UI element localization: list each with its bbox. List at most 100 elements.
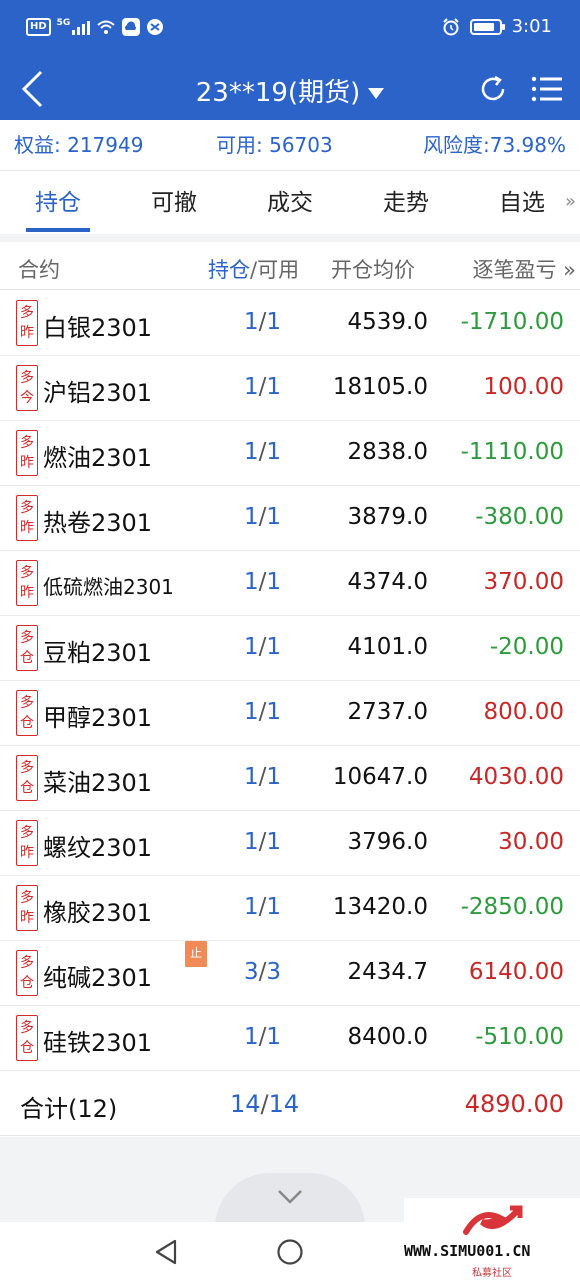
contract-name: 橡胶2301	[43, 899, 153, 927]
app-header: 23**19(期货)	[0, 62, 580, 120]
position-direction-tag: 多昨	[16, 495, 38, 541]
contract-name: 低硫燃油2301	[43, 575, 174, 599]
table-row[interactable]: 多昨低硫燃油2301 1/1 4374.0 370.00	[0, 551, 580, 616]
nav-back-button[interactable]	[150, 1236, 182, 1268]
page-title: 23**19(期货)	[195, 78, 361, 108]
avg-open-price: 4539.0	[347, 309, 428, 335]
available-quantity: 1	[266, 309, 282, 335]
table-row[interactable]: 多昨燃油2301 1/1 2838.0 -1110.00	[0, 421, 580, 486]
table-row[interactable]: 多仓硅铁2301 1/1 8400.0 -510.00	[0, 1006, 580, 1071]
held-quantity: 1	[244, 309, 259, 335]
avg-open-price: 13420.0	[332, 894, 428, 920]
available-quantity: 1	[266, 1024, 282, 1050]
available-quantity: 1	[266, 504, 282, 530]
position-pnl: -380.00	[475, 504, 564, 530]
refresh-button[interactable]	[472, 68, 514, 110]
table-row[interactable]: 多今沪铝2301 1/1 18105.0 100.00	[0, 356, 580, 421]
avg-open-price: 2737.0	[347, 699, 428, 725]
available-quantity: 3	[266, 959, 282, 985]
position-direction-tag: 多仓	[16, 690, 38, 736]
available-quantity: 1	[266, 894, 282, 920]
position-quantity: 1/1	[244, 309, 282, 335]
total-label: 合计(12)	[20, 1095, 118, 1123]
position-direction-tag: 多昨	[16, 885, 38, 931]
tab-cancelable[interactable]: 可撤	[144, 171, 204, 235]
status-bar: HD 5G 3:01	[0, 0, 580, 62]
held-quantity: 1	[244, 1024, 259, 1050]
held-quantity: 1	[244, 374, 259, 400]
watermark-subtitle: 私募社区	[472, 1268, 512, 1279]
table-row[interactable]: 多昨白银2301 1/1 4539.0 -1710.00	[0, 291, 580, 356]
position-pnl: 6140.00	[468, 959, 564, 985]
tab-trades[interactable]: 成交	[260, 171, 320, 235]
contract-name: 豆粕2301	[43, 639, 153, 667]
position-direction-tag: 多仓	[16, 755, 38, 801]
held-quantity: 1	[244, 699, 259, 725]
status-icons-left: HD 5G	[26, 18, 164, 36]
contract-name: 沪铝2301	[43, 379, 153, 407]
col-position-available: /可用	[250, 258, 300, 282]
watermark: WWW.SIMU001.CN 私募社区	[404, 1198, 580, 1282]
table-header: 合约 持仓/可用 开仓均价 逐笔盈亏 »	[0, 242, 580, 290]
tabs-more-icon[interactable]: »	[565, 191, 576, 212]
signal-icon	[72, 19, 91, 35]
expand-button[interactable]	[215, 1173, 365, 1222]
position-quantity: 1/1	[244, 504, 282, 530]
position-direction-tag: 多仓	[16, 625, 38, 671]
alarm-icon	[442, 17, 459, 35]
col-pnl[interactable]: 逐笔盈亏 »	[472, 254, 576, 284]
held-quantity: 1	[244, 634, 259, 660]
divider	[0, 234, 580, 242]
table-row[interactable]: 多仓豆粕2301 1/1 4101.0 -20.00	[0, 616, 580, 681]
held-quantity: 1	[244, 439, 259, 465]
wifi-icon	[97, 20, 115, 34]
stop-order-badge[interactable]: 止	[185, 941, 207, 967]
available-quantity: 1	[266, 634, 282, 660]
cloud-app-icon	[122, 18, 141, 36]
col-position-held: 持仓	[208, 258, 250, 282]
position-direction-tag: 多昨	[16, 300, 38, 346]
table-row[interactable]: 多昨螺纹2301 1/1 3796.0 30.00	[0, 811, 580, 876]
total-available: 14	[268, 1090, 300, 1118]
simu-logo-icon	[463, 1205, 523, 1235]
position-direction-tag: 多昨	[16, 560, 38, 606]
col-position[interactable]: 持仓/可用	[208, 254, 299, 284]
available-quantity: 1	[266, 829, 282, 855]
position-pnl: 800.00	[483, 699, 564, 725]
tab-watchlist[interactable]: 自选	[492, 171, 552, 235]
position-quantity: 3/3	[244, 959, 282, 985]
table-row[interactable]: 多仓甲醇2301 1/1 2737.0 800.00	[0, 681, 580, 746]
avg-open-price: 4101.0	[347, 634, 428, 660]
position-direction-tag: 多仓	[16, 1015, 38, 1061]
table-row[interactable]: 多仓纯碱2301 止 3/3 2434.7 6140.00	[0, 941, 580, 1006]
contract-name: 硅铁2301	[43, 1029, 153, 1057]
table-row[interactable]: 多昨热卷2301 1/1 3879.0 -380.00	[0, 486, 580, 551]
total-held: 14	[230, 1090, 261, 1118]
hd-icon: HD	[26, 18, 51, 36]
tab-trend[interactable]: 走势	[376, 171, 436, 235]
menu-button[interactable]	[526, 68, 568, 110]
position-pnl: -20.00	[489, 634, 564, 660]
held-quantity: 1	[244, 504, 259, 530]
table-row[interactable]: 多昨橡胶2301 1/1 13420.0 -2850.00	[0, 876, 580, 941]
table-row[interactable]: 多仓菜油2301 1/1 10647.0 4030.00	[0, 746, 580, 811]
position-pnl: -1110.00	[460, 439, 564, 465]
avg-open-price: 2838.0	[347, 439, 428, 465]
position-quantity: 1/1	[244, 634, 282, 660]
list-menu-icon	[531, 76, 562, 102]
status-icons-right: 3:01	[442, 16, 552, 37]
held-quantity: 1	[244, 894, 259, 920]
position-quantity: 1/1	[244, 764, 282, 790]
tab-positions[interactable]: 持仓	[28, 171, 88, 235]
held-quantity: 1	[244, 829, 259, 855]
position-pnl: 30.00	[498, 829, 564, 855]
avg-open-price: 2434.7	[347, 959, 428, 985]
caret-down-icon	[368, 88, 385, 99]
position-direction-tag: 多仓	[16, 950, 38, 996]
position-pnl: 370.00	[483, 569, 564, 595]
nav-home-button[interactable]	[274, 1236, 306, 1268]
contract-name: 菜油2301	[43, 769, 153, 797]
avg-open-price: 10647.0	[332, 764, 428, 790]
position-quantity: 1/1	[244, 569, 282, 595]
available-value: 可用: 56703	[216, 133, 333, 157]
